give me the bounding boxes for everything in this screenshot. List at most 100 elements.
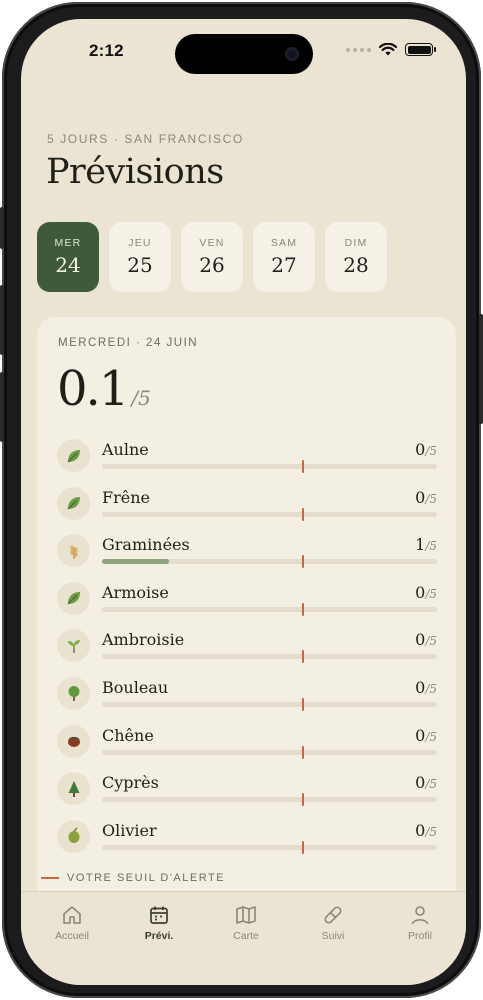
pollen-name: Bouleau [102,677,169,697]
pollen-row[interactable]: Frêne 0/5 [57,485,437,533]
pollen-level-track [102,555,437,569]
pollen-value-max: /5 [425,539,437,554]
card-date: MERCREDI · 24 JUIN [58,337,199,349]
pollen-row[interactable]: Aulne 0/5 [57,437,437,485]
alert-threshold-marker [302,507,304,521]
dynamic-island [175,34,313,74]
pollen-value-number: 0 [415,582,426,602]
pollen-value-number: 0 [415,630,426,650]
pollen-name: Aulne [102,440,149,459]
pollen-row[interactable]: Armoise 0/5 [57,580,437,628]
pollen-value-max: /5 [425,444,437,458]
pollen-level-track [102,840,437,854]
tab-label: Profil [408,930,432,942]
pollen-value-max: /5 [425,681,437,696]
pollen-level-track [102,745,437,759]
day-chip-sam[interactable]: SAM 27 [253,222,315,292]
pollen-value: 0/5 [415,726,437,745]
pollen-value-number: 0 [415,773,426,793]
wheat-icon [57,534,90,568]
day-chip-jeu[interactable]: JEU 25 [109,222,171,292]
day-chip-date: 26 [199,253,225,277]
pollen-value: 0/5 [415,583,437,602]
volume-down-button [0,372,4,442]
pollen-name: Cyprès [102,773,159,793]
day-chip-weekday: MER [54,237,82,249]
pollen-value-max: /5 [425,491,437,506]
pollen-row[interactable]: Olivier 0/5 [57,818,437,866]
threshold-legend: VOTRE SEUIL D'ALERTE [41,872,225,884]
pollen-level-track [102,507,437,521]
tab-label: Prévi. [144,930,174,942]
tab-profil[interactable]: Profil [385,904,455,942]
day-chip-mer[interactable]: MER 24 [37,222,99,292]
day-chip-ven[interactable]: VEN 26 [181,222,243,292]
pollen-value-number: 0 [415,725,426,745]
pollen-level-track [102,793,437,807]
volume-up-button [0,285,4,355]
conifer-icon [57,772,90,806]
pollen-level-track [102,602,437,616]
tab-prvi[interactable]: Prévi. [124,904,194,942]
day-chip-weekday: SAM [270,237,298,249]
pollen-name: Ambroisie [102,630,185,650]
day-chip-dim[interactable]: DIM 28 [325,222,387,292]
phone-frame: 2:12 5 JOURS · SAN FRANCISCO Prévisions … [0,2,483,998]
day-chip-weekday: JEU [128,237,152,249]
tab-label: Accueil [55,930,89,942]
day-chip-date: 24 [55,253,81,277]
threshold-legend-swatch [41,877,59,879]
pollen-level-track [102,697,437,711]
alert-threshold-marker [302,745,304,759]
tab-accueil[interactable]: Accueil [37,904,107,942]
user-icon [385,904,455,926]
olive-icon [57,819,90,853]
alert-threshold-marker [302,650,304,664]
pollen-name: Olivier [102,820,157,840]
alert-threshold-marker [302,840,304,854]
pollen-value-number: 0 [415,677,426,697]
pollen-value-number: 1 [415,535,426,555]
pollen-name: Chêne [102,725,154,745]
pollen-level-track [102,460,437,473]
alert-threshold-marker [302,460,304,473]
pollen-list: Aulne 0/5 Frêne 0/5 Graminées 1/5 Armoise 0/5 Am… [57,437,437,865]
pollen-row[interactable]: Cyprès 0/5 [57,770,437,818]
pollen-value-max: /5 [425,634,437,649]
pollen-value: 0/5 [415,678,437,697]
page-title: Prévisions [46,152,224,192]
pollen-value-max: /5 [425,586,437,601]
pollen-value-number: 0 [415,440,426,459]
leaf-icon [57,486,90,520]
score-value: 0.1 [57,361,129,417]
tab-suivi[interactable]: Suivi [298,904,368,942]
pollen-row[interactable]: Chêne 0/5 [57,723,437,771]
pollen-value-max: /5 [425,777,437,792]
score-max: /5 [131,386,151,410]
pollen-value-number: 0 [415,820,426,840]
tab-bar: Accueil Prévi. Carte Suivi Profil [21,891,466,985]
day-chip-weekday: DIM [344,237,368,249]
tab-label: Carte [233,930,259,942]
tab-carte[interactable]: Carte [211,904,281,942]
camera-icon [285,47,299,61]
pollen-name: Armoise [102,582,169,602]
pollen-row[interactable]: Ambroisie 0/5 [57,627,437,675]
pollen-row[interactable]: Graminées 1/5 [57,532,437,580]
pollen-row[interactable]: Bouleau 0/5 [57,675,437,723]
pollen-value: 0/5 [415,440,437,459]
status-time: 2:12 [89,41,124,60]
pollen-level-fill [102,559,169,565]
acorn-icon [57,724,90,758]
tree-icon [57,676,90,710]
pollen-value-number: 0 [415,487,426,507]
sprout-icon [57,629,90,663]
app-screen: 2:12 5 JOURS · SAN FRANCISCO Prévisions … [21,19,466,985]
day-chip-weekday: VEN [199,237,225,249]
calendar-icon [124,904,194,926]
power-button [479,314,483,424]
location-eyebrow: 5 JOURS · SAN FRANCISCO [47,132,244,146]
cellular-signal-icon [346,47,371,52]
leaf-icon [57,581,90,615]
map-icon [211,904,281,926]
